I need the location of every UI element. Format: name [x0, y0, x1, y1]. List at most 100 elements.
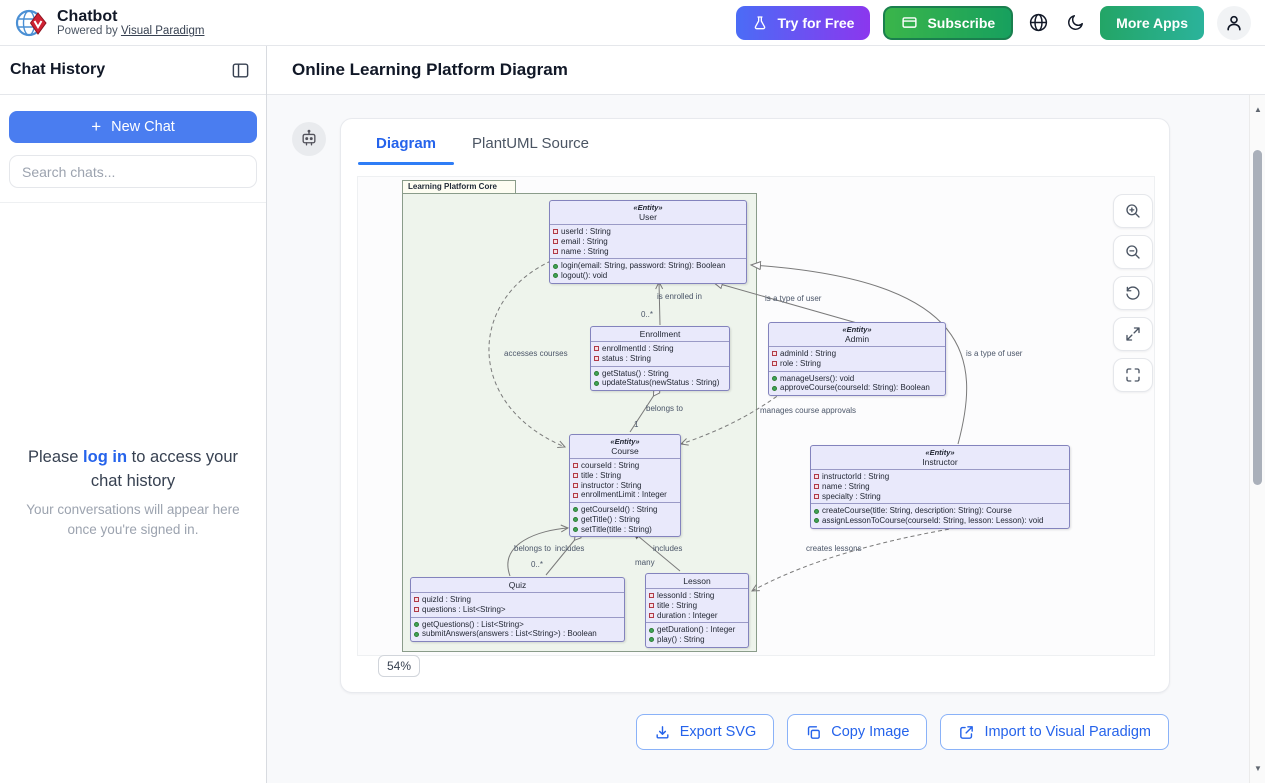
- user-avatar[interactable]: [1217, 6, 1251, 40]
- zoom-in-icon: [1124, 202, 1142, 220]
- tab-bar: Diagram PlantUML Source: [341, 119, 1169, 165]
- search-chats-input[interactable]: [9, 155, 257, 188]
- uml-edge-0: [659, 282, 660, 325]
- public-marker-icon: [594, 371, 599, 376]
- fullscreen-button[interactable]: [1113, 358, 1153, 392]
- external-link-icon: [958, 724, 975, 741]
- tab-plantuml-source[interactable]: PlantUML Source: [454, 119, 607, 165]
- zoom-level-badge: 54%: [378, 655, 420, 677]
- main-header: Online Learning Platform Diagram: [267, 46, 1265, 95]
- public-marker-icon: [553, 273, 558, 278]
- uml-attributes-section: courseId : Stringtitle : Stringinstructo…: [570, 459, 680, 502]
- uml-stereotype: «Entity»: [772, 325, 942, 334]
- tab-diagram[interactable]: Diagram: [358, 119, 454, 165]
- uml-attribute: quizId : String: [414, 595, 621, 605]
- public-marker-icon: [573, 517, 578, 522]
- uml-methods-section: getCourseId() : StringgetTitle() : Strin…: [570, 502, 680, 536]
- uml-class-name: Instructor: [814, 457, 1066, 467]
- uml-class-course: «Entity»CoursecourseId : Stringtitle : S…: [569, 434, 681, 537]
- uml-methods-section: getQuestions() : List<String>submitAnswe…: [411, 617, 624, 642]
- app-window: Chatbot Powered by Visual Paradigm Try f…: [0, 0, 1265, 783]
- edge-label: creates lessons: [806, 544, 862, 553]
- scroll-down-arrow[interactable]: ▼: [1250, 764, 1265, 773]
- public-marker-icon: [814, 509, 819, 514]
- uml-methods-section: getStatus() : StringupdateStatus(newStat…: [591, 366, 729, 391]
- try-for-free-button[interactable]: Try for Free: [736, 6, 870, 40]
- uml-class-name: Quiz: [414, 580, 621, 590]
- edge-label: is a type of user: [966, 349, 1022, 358]
- public-marker-icon: [649, 628, 654, 633]
- plus-icon: +: [91, 117, 101, 137]
- public-marker-icon: [414, 622, 419, 627]
- private-marker-icon: [772, 361, 777, 366]
- private-marker-icon: [814, 474, 819, 479]
- visual-paradigm-link[interactable]: Visual Paradigm: [121, 25, 205, 37]
- uml-class-instructor: «Entity»InstructorinstructorId : Stringn…: [810, 445, 1070, 529]
- uml-methods-section: getDuration() : Integerplay() : String: [646, 622, 748, 647]
- uml-class-quiz: Quiz quizId : Stringquestions : List<Stri…: [410, 577, 625, 642]
- uml-attribute: name : String: [553, 247, 743, 257]
- diagram-canvas[interactable]: Learning Platform Core«Entity»UseruserId…: [357, 176, 1155, 656]
- panel-toggle-icon: [231, 61, 250, 80]
- uml-attribute: title : String: [649, 601, 745, 611]
- uml-attributes-section: adminId : Stringrole : String: [769, 347, 945, 371]
- edge-label: many: [635, 558, 655, 567]
- uml-class-header: «Entity»Instructor: [811, 446, 1069, 470]
- expand-button[interactable]: [1113, 317, 1153, 351]
- edge-label: belongs to: [514, 544, 551, 553]
- language-globe-button[interactable]: [1026, 10, 1051, 35]
- fullscreen-icon: [1124, 366, 1142, 384]
- scroll-up-arrow[interactable]: ▲: [1250, 105, 1265, 114]
- private-marker-icon: [573, 483, 578, 488]
- edge-label: is enrolled in: [657, 292, 702, 301]
- uml-attribute: role : String: [772, 359, 942, 369]
- vertical-scrollbar[interactable]: ▲ ▼: [1249, 95, 1265, 783]
- public-marker-icon: [772, 386, 777, 391]
- public-marker-icon: [414, 632, 419, 637]
- import-to-visual-paradigm-button[interactable]: Import to Visual Paradigm: [940, 714, 1169, 750]
- active-tab-underline: [358, 162, 454, 165]
- visual-paradigm-logo: [14, 6, 48, 40]
- zoom-out-button[interactable]: [1113, 235, 1153, 269]
- uml-attribute: enrollmentLimit : Integer: [573, 490, 677, 500]
- login-prompt: Please log in to access your chat histor…: [17, 446, 249, 540]
- private-marker-icon: [814, 484, 819, 489]
- zoom-in-button[interactable]: [1113, 194, 1153, 228]
- uml-class-header: Enrollment: [591, 327, 729, 342]
- edge-label: 1: [634, 420, 638, 429]
- edge-label: accesses courses: [504, 349, 568, 358]
- collapse-sidebar-button[interactable]: [229, 59, 252, 82]
- subscribe-button[interactable]: Subscribe: [883, 6, 1013, 40]
- uml-method: play() : String: [649, 635, 745, 645]
- private-marker-icon: [594, 356, 599, 361]
- uml-method: updateStatus(newStatus : String): [594, 378, 726, 388]
- edge-label: manages course approvals: [760, 406, 856, 415]
- app-title: Chatbot: [57, 8, 204, 26]
- uml-class-header: Quiz: [411, 578, 624, 593]
- dark-mode-button[interactable]: [1064, 11, 1087, 34]
- uml-method: getCourseId() : String: [573, 505, 677, 515]
- reset-view-button[interactable]: [1113, 276, 1153, 310]
- flask-icon: [752, 15, 768, 31]
- bot-avatar: [292, 122, 326, 156]
- user-avatar-icon: [1224, 13, 1244, 33]
- uml-class-name: Admin: [772, 334, 942, 344]
- uml-attributes-section: quizId : Stringquestions : List<String>: [411, 593, 624, 617]
- uml-stereotype: «Entity»: [553, 203, 743, 212]
- download-icon: [654, 724, 671, 741]
- scrollbar-thumb[interactable]: [1253, 150, 1262, 485]
- action-buttons: Export SVG Copy Image: [636, 714, 1169, 750]
- login-hint: Your conversations will appear here once…: [17, 500, 249, 541]
- uml-attribute: instructorId : String: [814, 472, 1066, 482]
- log-in-link[interactable]: log in: [83, 448, 127, 466]
- uml-methods-section: manageUsers(): voidapproveCourse(courseI…: [769, 371, 945, 396]
- export-svg-button[interactable]: Export SVG: [636, 714, 775, 750]
- uml-attribute: courseId : String: [573, 461, 677, 471]
- public-marker-icon: [573, 527, 578, 532]
- copy-image-button[interactable]: Copy Image: [787, 714, 927, 750]
- public-marker-icon: [594, 381, 599, 386]
- uml-attribute: userId : String: [553, 227, 743, 237]
- uml-class-enrollment: EnrollmentenrollmentId : Stringstatus : …: [590, 326, 730, 391]
- new-chat-button[interactable]: + New Chat: [9, 111, 257, 143]
- more-apps-button[interactable]: More Apps: [1100, 6, 1204, 40]
